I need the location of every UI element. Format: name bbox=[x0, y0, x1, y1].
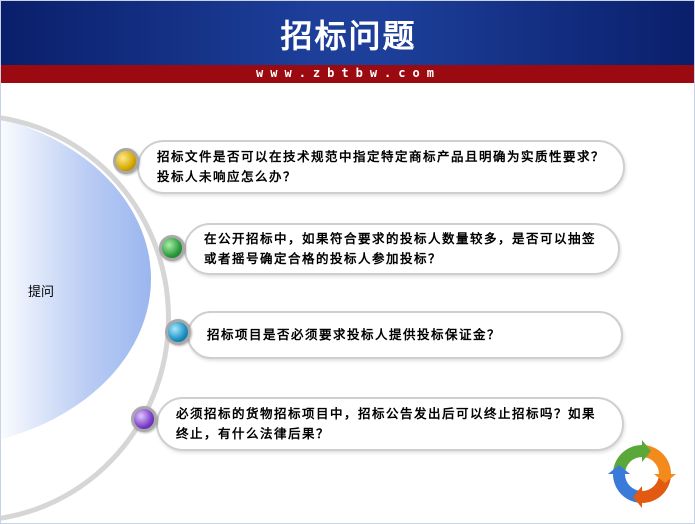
question-box-2: 在公开招标中，如果符合要求的投标人数量较多，是否可以抽签或者摇号确定合格的投标人… bbox=[184, 223, 620, 275]
bullet-dot-green-icon bbox=[159, 235, 185, 261]
recycle-arrows-icon bbox=[608, 440, 676, 508]
slide: 招标问题 www.zbtbw.com 提问 招标文件是否可以在技术规范中指定特定… bbox=[0, 0, 695, 524]
question-text-4: 必须招标的货物招标项目中，招标公告发出后可以终止招标吗？如果终止，有什么法律后果… bbox=[176, 406, 597, 441]
question-box-3: 招标项目是否必须要求投标人提供投标保证金？ bbox=[187, 311, 623, 359]
question-text-1: 招标文件是否可以在技术规范中指定特定商标产品且明确为实质性要求？投标人未响应怎么… bbox=[157, 149, 606, 184]
question-text-2: 在公开招标中，如果符合要求的投标人数量较多，是否可以抽签或者摇号确定合格的投标人… bbox=[204, 231, 597, 266]
bullet-dot-purple-icon bbox=[131, 406, 157, 432]
question-box-4: 必须招标的货物招标项目中，招标公告发出后可以终止招标吗？如果终止，有什么法律后果… bbox=[156, 397, 624, 451]
bullet-dot-yellow-icon bbox=[113, 148, 139, 174]
page-title: 招标问题 bbox=[280, 17, 417, 55]
question-box-1: 招标文件是否可以在技术规范中指定特定商标产品且明确为实质性要求？投标人未响应怎么… bbox=[137, 140, 625, 194]
site-url: www.zbtbw.com bbox=[256, 66, 441, 80]
side-label: 提问 bbox=[28, 285, 55, 300]
question-text-3: 招标项目是否必须要求投标人提供投标保证金？ bbox=[207, 327, 502, 342]
url-bar: www.zbtbw.com bbox=[1, 65, 694, 83]
bullet-dot-cyan-icon bbox=[165, 319, 191, 345]
title-banner: 招标问题 bbox=[1, 1, 694, 65]
